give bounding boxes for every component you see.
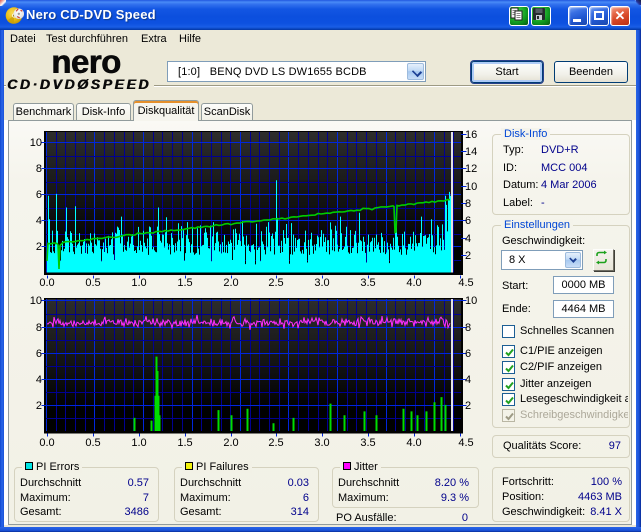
svg-text:2: 2 bbox=[465, 250, 471, 262]
svg-text:3.5: 3.5 bbox=[360, 437, 375, 449]
svg-text:2: 2 bbox=[36, 241, 42, 253]
svg-text:8: 8 bbox=[465, 198, 471, 210]
svg-text:3.0: 3.0 bbox=[314, 437, 329, 449]
svg-text:2.0: 2.0 bbox=[223, 277, 238, 289]
svg-text:8: 8 bbox=[465, 322, 471, 334]
svg-text:0.0: 0.0 bbox=[39, 277, 54, 289]
svg-text:6: 6 bbox=[465, 215, 471, 227]
svg-text:2.0: 2.0 bbox=[223, 437, 238, 449]
svg-text:4: 4 bbox=[36, 215, 42, 227]
svg-text:4.5: 4.5 bbox=[458, 437, 473, 449]
svg-text:2: 2 bbox=[465, 400, 471, 412]
svg-text:8: 8 bbox=[36, 322, 42, 334]
svg-text:10: 10 bbox=[30, 137, 42, 149]
svg-text:10: 10 bbox=[465, 295, 477, 307]
svg-text:4.5: 4.5 bbox=[458, 277, 473, 289]
svg-text:4.0: 4.0 bbox=[406, 437, 421, 449]
svg-text:1.0: 1.0 bbox=[131, 437, 146, 449]
svg-text:4.0: 4.0 bbox=[406, 277, 421, 289]
svg-text:0.5: 0.5 bbox=[85, 437, 100, 449]
svg-text:4: 4 bbox=[465, 374, 471, 386]
svg-text:2: 2 bbox=[36, 400, 42, 412]
svg-text:16: 16 bbox=[465, 129, 477, 141]
svg-text:2.5: 2.5 bbox=[268, 437, 283, 449]
svg-text:1.5: 1.5 bbox=[177, 277, 192, 289]
svg-text:4: 4 bbox=[465, 233, 471, 245]
svg-text:1.5: 1.5 bbox=[177, 437, 192, 449]
svg-text:0.5: 0.5 bbox=[85, 277, 100, 289]
svg-text:4: 4 bbox=[36, 374, 42, 386]
svg-text:2.5: 2.5 bbox=[268, 277, 283, 289]
svg-text:8: 8 bbox=[36, 163, 42, 175]
svg-text:6: 6 bbox=[36, 189, 42, 201]
svg-text:1.0: 1.0 bbox=[131, 277, 146, 289]
svg-text:12: 12 bbox=[465, 163, 477, 175]
svg-text:6: 6 bbox=[465, 348, 471, 360]
svg-text:14: 14 bbox=[465, 146, 477, 158]
svg-text:10: 10 bbox=[465, 181, 477, 193]
svg-text:6: 6 bbox=[36, 348, 42, 360]
svg-text:0.0: 0.0 bbox=[39, 437, 54, 449]
svg-text:3.0: 3.0 bbox=[314, 277, 329, 289]
svg-text:10: 10 bbox=[30, 295, 42, 307]
svg-text:3.5: 3.5 bbox=[360, 277, 375, 289]
